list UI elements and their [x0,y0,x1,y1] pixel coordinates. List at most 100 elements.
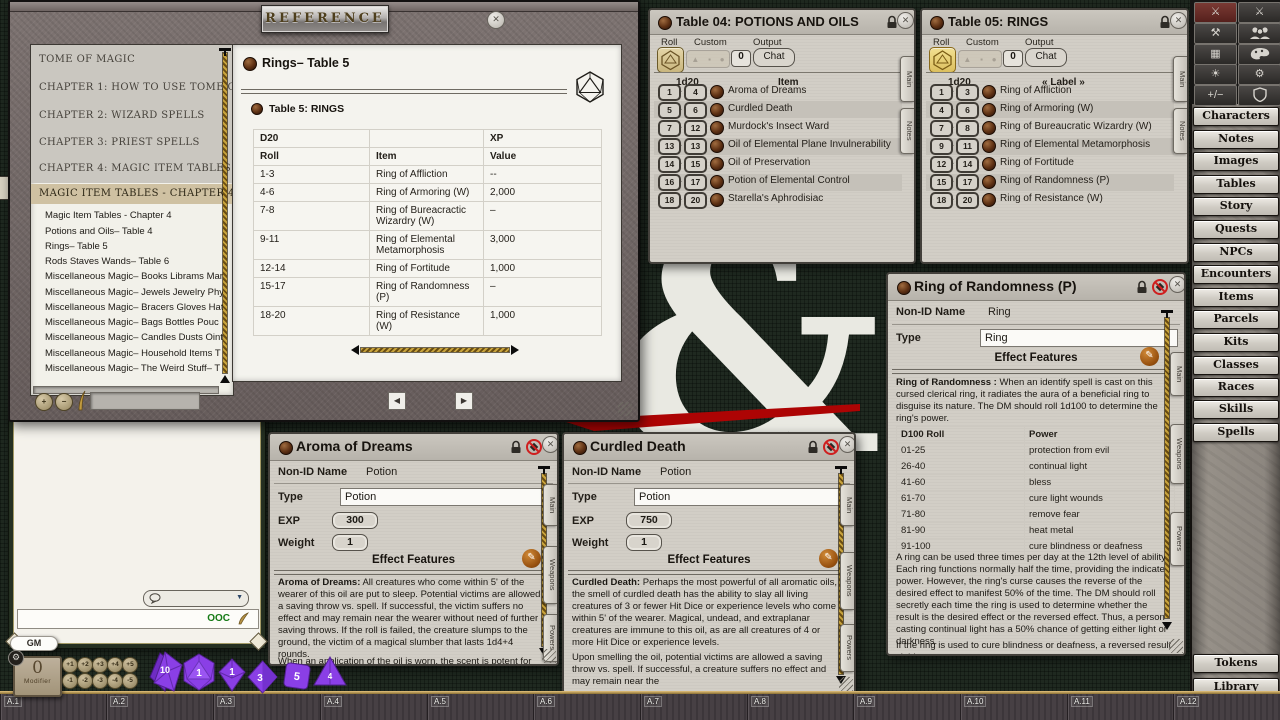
modifier-coin[interactable]: +2 [77,657,93,673]
close-icon[interactable]: ✕ [542,436,559,453]
lock-icon[interactable] [1136,280,1148,294]
close-icon[interactable]: ✕ [1169,276,1186,293]
custom-roll-tray[interactable]: ▲ ▪ ● [686,50,730,68]
close-icon[interactable]: ✕ [1170,12,1187,29]
toc-item[interactable]: Miscellaneous Magic– The Weird Stuff– T [31,363,223,374]
tab-powers[interactable]: Powers [1170,512,1184,566]
zoom-in-button[interactable]: + [35,393,53,411]
toc-item[interactable]: Miscellaneous Magic– Candles Dusts Oint [31,332,223,343]
sidebar-item-items[interactable]: Items [1193,288,1279,307]
sidebar-item-encounters[interactable]: Encounters [1193,265,1279,284]
tab-main[interactable]: Main [1170,352,1184,396]
toc-header[interactable]: CHAPTER 3: PRIEST SPELLS [31,137,233,148]
hotkey-slot[interactable]: A.8 [747,694,854,720]
scrollbar-top-anchor[interactable] [1161,310,1173,313]
not-identified-icon[interactable] [1151,278,1168,295]
hotkey-slot[interactable]: A.11 [1067,694,1174,720]
sidebar-item-story[interactable]: Story [1193,197,1279,216]
roll-dice-button[interactable] [929,47,956,73]
tab-notes[interactable]: Notes [900,108,914,154]
d8-die[interactable]: 3 [247,660,278,694]
toc-item[interactable]: Rods Staves Wands– Table 6 [31,256,223,267]
toc-scrollbar-bottom-arrow[interactable] [220,375,230,383]
toc-item[interactable]: Miscellaneous Magic– Bracers Gloves Hat [31,302,223,313]
zoom-out-button[interactable]: − [55,393,73,411]
link-orb-icon[interactable] [930,16,944,30]
tab-weapons[interactable]: Weapons [1170,424,1184,484]
toc-item[interactable]: Miscellaneous Magic– Books Librams Mar [31,271,223,282]
hotkey-slot[interactable]: A.1 [0,694,107,720]
roll-dice-button[interactable] [657,47,684,73]
hotkey-slot[interactable]: A.12 [1173,694,1280,720]
modifier-coin[interactable]: +3 [92,657,108,673]
custom-roll-tray[interactable]: ▲ ▪ ● [958,50,1002,68]
exp-stepper[interactable]: 750 [626,512,672,529]
chat-mode-dropdown-icon[interactable]: ▼ [236,594,243,601]
chat-input[interactable]: OOC [17,609,259,629]
modifier-coin[interactable]: -1 [62,673,78,689]
custom-square-icon[interactable]: ▪ [980,55,983,64]
modifiers-button[interactable]: +/− [1194,85,1237,106]
hotkey-slot[interactable]: A.4 [320,694,428,720]
edit-pencil-icon[interactable]: ✎ [819,549,838,568]
sidebar-item-quests[interactable]: Quests [1193,220,1279,239]
custom-square-icon[interactable]: ▪ [708,55,711,64]
chat-mode-selector[interactable]: ▼ [143,590,249,607]
modifier-coin[interactable]: -4 [107,673,123,689]
edit-pencil-icon[interactable]: ✎ [1140,347,1159,366]
tools-button[interactable]: ⚒ [1194,23,1237,44]
scrollbar-top-anchor[interactable] [835,466,847,469]
page-scroll-right-arrow[interactable] [511,345,519,355]
exp-stepper[interactable]: 300 [332,512,378,529]
d6-die[interactable]: 5 [283,662,311,690]
tab-weapons[interactable]: Weapons [840,552,854,610]
link-orb-icon[interactable] [251,103,263,115]
scrollbar-bottom-arrow[interactable] [1162,622,1172,630]
modifier-coin[interactable]: +5 [122,657,138,673]
page-scroll-left-arrow[interactable] [351,345,359,355]
sidebar-item-parcels[interactable]: Parcels [1193,310,1279,329]
custom-count-box[interactable]: 0 [1003,50,1023,67]
options-button[interactable]: ⚙ [1238,64,1280,85]
window-scrollbar[interactable] [1165,318,1169,618]
gm-mode-button[interactable]: ⚔ [1194,2,1237,23]
modifier-coin[interactable]: -3 [92,673,108,689]
resize-grip[interactable] [542,649,556,663]
tab-main[interactable]: Main [840,484,854,526]
lighting-button[interactable]: ☀ [1194,64,1237,85]
link-orb-icon[interactable] [658,16,672,30]
hotkey-slot[interactable]: A.7 [640,694,748,720]
reference-banner[interactable]: REFERENCE [261,5,389,33]
link-orb-icon[interactable] [243,57,257,71]
toc-header[interactable]: TOME OF MAGIC [31,54,233,65]
toc-header[interactable]: CHAPTER 4: MAGIC ITEM TABLES [31,163,233,174]
sidebar-item-races[interactable]: Races [1193,378,1279,397]
close-icon[interactable]: ✕ [487,11,505,29]
lock-icon[interactable] [510,440,522,454]
tab-main[interactable]: Main [900,56,914,102]
modifier-gear-icon[interactable]: ⚙ [8,650,24,666]
palette-button[interactable] [1238,44,1280,65]
sidebar-item-skills[interactable]: Skills [1193,400,1279,419]
sidebar-item-kits[interactable]: Kits [1193,333,1279,352]
gm-identity-label[interactable]: GM [10,636,58,651]
weight-stepper[interactable]: 1 [332,534,368,551]
sidebar-item-images[interactable]: Images [1193,152,1279,171]
hotkey-slot[interactable]: A.2 [106,694,214,720]
resize-grip[interactable] [1169,639,1183,653]
custom-die-icon[interactable]: ● [992,55,997,64]
sidebar-item-classes[interactable]: Classes [1193,356,1279,375]
link-orb-icon[interactable] [573,441,587,455]
close-icon[interactable]: ✕ [897,12,914,29]
toc-item[interactable]: Magic Item Tables - Chapter 4 [31,210,223,221]
custom-die-icon[interactable]: ● [720,55,725,64]
modifier-coin[interactable]: -5 [122,673,138,689]
modifier-coin[interactable]: +1 [62,657,78,673]
page-prev-button[interactable]: ◀ [388,392,406,410]
tab-powers[interactable]: Powers [840,624,854,672]
hotkey-slot[interactable]: A.6 [533,694,641,720]
link-orb-icon[interactable] [279,441,293,455]
toc-selected-label[interactable]: MAGIC ITEM TABLES - CHAPTER 4 [31,188,233,199]
sidebar-item-notes[interactable]: Notes [1193,130,1279,149]
custom-asc-icon[interactable]: ▲ [963,55,971,64]
